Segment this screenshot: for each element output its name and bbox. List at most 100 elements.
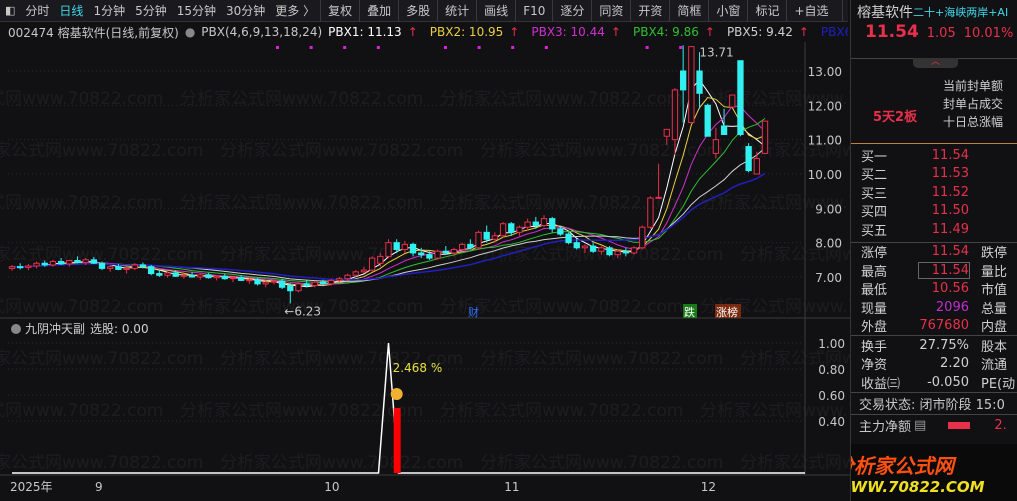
candle[interactable]: [221, 275, 228, 280]
candle[interactable]: [483, 231, 490, 240]
candle[interactable]: [639, 226, 646, 249]
candle[interactable]: [287, 285, 294, 292]
candle[interactable]: [614, 250, 621, 256]
candle[interactable]: [311, 281, 318, 287]
candle[interactable]: [622, 250, 630, 254]
candle[interactable]: [450, 249, 458, 254]
candle[interactable]: [213, 275, 220, 279]
candle[interactable]: [712, 139, 720, 154]
candle[interactable]: [205, 274, 212, 279]
candle[interactable]: [409, 243, 417, 254]
expand-icon[interactable]: ︿: [913, 58, 958, 68]
candle[interactable]: [17, 266, 24, 269]
candle[interactable]: [753, 158, 760, 175]
candle[interactable]: [180, 274, 188, 277]
candle[interactable]: [671, 89, 679, 141]
candle[interactable]: [131, 264, 138, 269]
candle[interactable]: [647, 197, 654, 228]
candle[interactable]: [82, 259, 89, 264]
candle[interactable]: [385, 242, 392, 257]
candle[interactable]: [25, 265, 32, 268]
candle[interactable]: [606, 247, 613, 256]
candle[interactable]: [573, 242, 580, 249]
candle[interactable]: [57, 261, 65, 265]
candle[interactable]: [540, 218, 548, 226]
candle[interactable]: [401, 243, 409, 251]
candle[interactable]: [123, 267, 130, 270]
candle[interactable]: [246, 279, 253, 282]
candle[interactable]: [74, 260, 81, 264]
candle[interactable]: [589, 245, 597, 252]
candle[interactable]: [516, 226, 523, 233]
candle[interactable]: [336, 278, 343, 281]
candle[interactable]: [663, 128, 670, 137]
candle[interactable]: [164, 272, 171, 276]
finance-marker[interactable]: 财: [468, 305, 479, 319]
candle[interactable]: [278, 280, 286, 288]
candle[interactable]: [188, 274, 196, 278]
candle[interactable]: [107, 266, 114, 269]
candle[interactable]: [737, 60, 744, 136]
candle[interactable]: [360, 269, 368, 273]
candle[interactable]: [270, 280, 278, 283]
candle[interactable]: [655, 196, 662, 199]
candle[interactable]: [139, 264, 147, 268]
candle[interactable]: [197, 274, 204, 278]
candle[interactable]: [147, 266, 155, 275]
candle[interactable]: [8, 266, 16, 269]
candle[interactable]: [704, 104, 711, 137]
candle[interactable]: [720, 125, 728, 136]
candle[interactable]: [229, 277, 237, 280]
candle[interactable]: [688, 46, 695, 123]
candle[interactable]: [467, 243, 474, 249]
candle[interactable]: [238, 277, 245, 281]
candle[interactable]: [172, 272, 179, 277]
candle[interactable]: [115, 266, 122, 270]
candle[interactable]: [475, 231, 482, 249]
candle[interactable]: [254, 279, 261, 285]
collapse-icon[interactable]: [11, 324, 21, 334]
candle[interactable]: [581, 245, 589, 249]
candle[interactable]: [434, 250, 441, 259]
candle[interactable]: [426, 254, 433, 259]
rank-marker[interactable]: 涨榜: [716, 305, 738, 319]
drop-marker[interactable]: 跌: [684, 305, 695, 319]
candle[interactable]: [66, 260, 73, 265]
candle[interactable]: [696, 70, 703, 94]
candle[interactable]: [41, 262, 48, 266]
candle[interactable]: [745, 146, 752, 172]
candle[interactable]: [459, 243, 466, 251]
candle[interactable]: [549, 218, 556, 230]
candle[interactable]: [630, 247, 638, 254]
candle[interactable]: [532, 221, 539, 226]
candle[interactable]: [418, 252, 425, 256]
candle[interactable]: [344, 274, 351, 280]
candle[interactable]: [393, 242, 400, 251]
candle[interactable]: [98, 262, 106, 269]
candle[interactable]: [319, 281, 327, 285]
candle[interactable]: [598, 247, 605, 252]
candle[interactable]: [352, 271, 359, 276]
candle[interactable]: [377, 255, 384, 264]
candle[interactable]: [262, 281, 269, 285]
candle[interactable]: [303, 283, 310, 287]
candle[interactable]: [508, 223, 515, 233]
list-icon[interactable]: ▤: [914, 418, 926, 433]
candle[interactable]: [679, 70, 687, 91]
candle[interactable]: [499, 223, 507, 237]
candle[interactable]: [49, 261, 57, 266]
candle[interactable]: [491, 235, 499, 240]
candle[interactable]: [442, 250, 449, 254]
candle[interactable]: [156, 273, 163, 276]
concept-tags[interactable]: 二十+海峡两岸+AI: [913, 4, 1008, 20]
candle[interactable]: [295, 283, 302, 292]
candle[interactable]: [33, 262, 40, 267]
candle[interactable]: [729, 94, 736, 108]
kline-chart[interactable]: 分析家公式网www.70822.com 分析家公式网www.70822.com 分析…: [0, 0, 850, 501]
candle[interactable]: [524, 221, 531, 228]
candle[interactable]: [368, 257, 376, 271]
candle[interactable]: [565, 233, 572, 244]
candle[interactable]: [90, 259, 98, 264]
candle[interactable]: [557, 228, 564, 235]
candle[interactable]: [761, 120, 769, 154]
